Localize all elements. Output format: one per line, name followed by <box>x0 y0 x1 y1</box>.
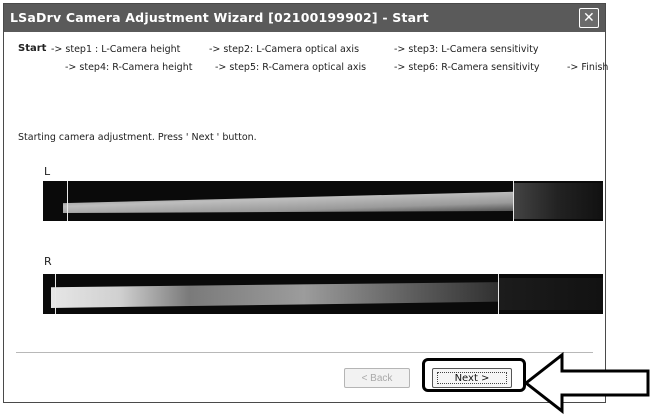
step-3: -> step3: L-Camera sensitivity <box>394 44 539 55</box>
title-bar: LSaDrv Camera Adjustment Wizard [0210019… <box>4 4 605 32</box>
step-2: -> step2: L-Camera optical axis <box>209 44 360 55</box>
close-button[interactable]: ✕ <box>579 8 599 28</box>
next-highlight-box <box>422 358 526 392</box>
left-camera-image <box>43 181 603 221</box>
right-camera-image <box>43 274 603 314</box>
left-camera-label: L <box>44 165 51 178</box>
back-button[interactable]: < Back <box>344 368 410 388</box>
step-1: -> step1 : L-Camera height <box>51 44 181 55</box>
step-start: Start <box>18 43 47 54</box>
footer-separator <box>16 352 593 353</box>
right-camera-label: R <box>44 255 52 268</box>
step-finish: -> Finish <box>567 62 609 73</box>
step-4: -> step4: R-Camera height <box>65 62 193 73</box>
status-message: Starting camera adjustment. Press ' Next… <box>18 132 257 143</box>
callout-arrow-icon <box>523 351 650 415</box>
wizard-window: LSaDrv Camera Adjustment Wizard [0210019… <box>3 3 609 403</box>
step-5: -> step5: R-Camera optical axis <box>215 62 367 73</box>
window-title: LSaDrv Camera Adjustment Wizard [0210019… <box>10 10 429 25</box>
close-icon: ✕ <box>583 10 595 26</box>
step-6: -> step6: R-Camera sensitivity <box>394 62 540 73</box>
